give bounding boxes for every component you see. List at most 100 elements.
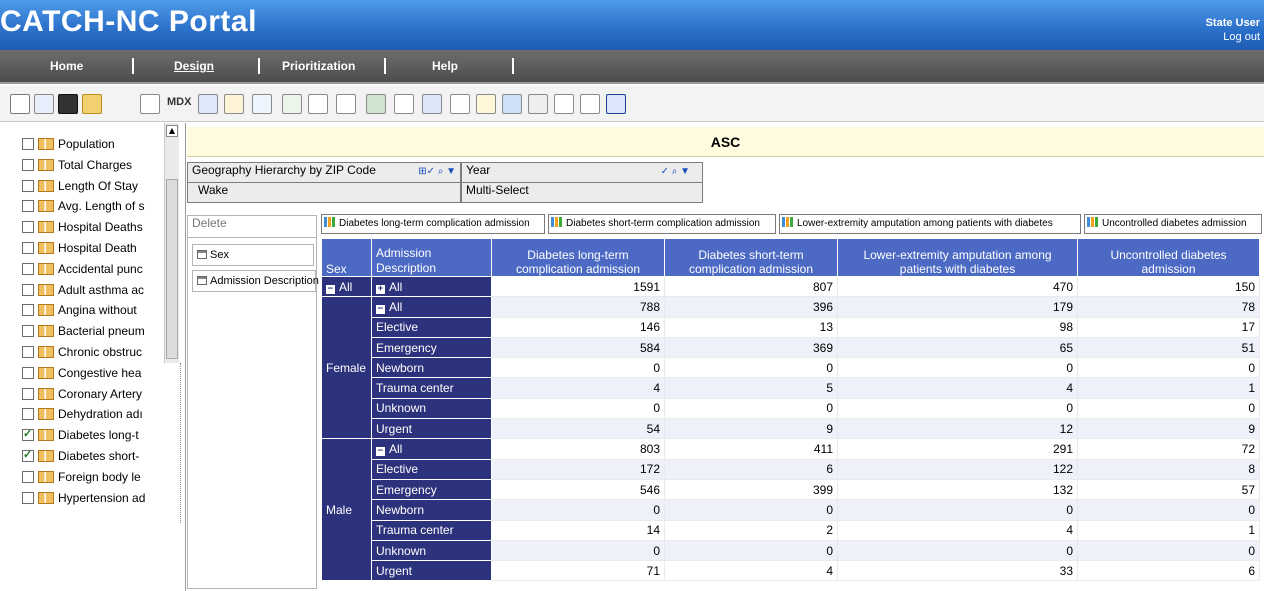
measure-list-item[interactable]: Bacterial pneum <box>22 322 172 340</box>
properties-icon[interactable] <box>34 94 54 114</box>
percent-icon[interactable] <box>308 94 328 114</box>
measure-list-item[interactable]: Hospital Deaths <box>22 218 172 236</box>
measure-list-item[interactable]: Dehydration adı <box>22 405 172 423</box>
row-header-admission[interactable]: Elective <box>371 458 492 480</box>
nav-help[interactable]: Help <box>432 59 458 73</box>
row-header-admission[interactable]: Elective <box>371 316 492 338</box>
measure-checkbox[interactable] <box>22 221 34 234</box>
nav-home[interactable]: Home <box>50 59 83 73</box>
filter-controls-icon[interactable]: ⊞✓ ⌕ ▼ <box>418 166 456 177</box>
measure-chip[interactable]: Lower-extremity amputation among patient… <box>779 214 1081 234</box>
collapse-icon[interactable]: − <box>376 304 385 314</box>
search-icon[interactable] <box>476 94 496 114</box>
panel-splitter[interactable] <box>180 363 184 523</box>
table-icon[interactable] <box>198 94 218 114</box>
row-header-admission[interactable]: Trauma center <box>371 377 492 399</box>
measure-checkbox[interactable] <box>22 325 34 338</box>
open-folder-icon[interactable] <box>82 94 102 114</box>
mdx-button[interactable]: MDX <box>167 96 191 108</box>
checkmark-icon[interactable] <box>450 94 470 114</box>
row-header-admission[interactable]: Unknown <box>371 397 492 420</box>
measure-checkbox[interactable] <box>22 387 34 400</box>
trend-icon[interactable] <box>336 94 356 114</box>
row-header-sex[interactable]: Female <box>321 296 372 440</box>
measure-checkbox[interactable] <box>22 470 34 483</box>
measure-list-item[interactable]: Hypertension ad <box>22 489 172 507</box>
scroll-thumb[interactable] <box>166 179 178 359</box>
filter-controls-icon[interactable]: ✓ ⌕ ▼ <box>661 166 690 177</box>
measure-checkbox[interactable] <box>22 262 34 275</box>
row-dimension-admission[interactable]: Admission Description <box>192 270 319 292</box>
row-header-sex[interactable]: Male <box>321 438 372 582</box>
measure-list-item[interactable]: Population <box>22 135 172 153</box>
pdf-icon[interactable] <box>606 94 626 114</box>
row-dimension-sex[interactable]: Sex <box>192 244 314 266</box>
year-filter[interactable]: Year ✓ ⌕ ▼ Multi-Select <box>461 162 703 203</box>
column-header-sex[interactable]: Sex <box>321 238 372 277</box>
measure-list-item[interactable]: Length Of Stay <box>22 177 172 195</box>
measure-checkbox[interactable] <box>22 242 34 254</box>
nav-prioritization[interactable]: Prioritization <box>282 59 355 73</box>
measure-list-item[interactable]: Foreign body le <box>22 468 172 486</box>
measure-list-item[interactable]: Coronary Artery <box>22 385 172 403</box>
measure-list-item[interactable]: Adult asthma ac <box>22 281 172 299</box>
save-icon[interactable] <box>58 94 78 114</box>
measure-list-item[interactable]: Accidental punc <box>22 260 172 278</box>
geography-filter[interactable]: Geography Hierarchy by ZIP Code ⊞✓ ⌕ ▼ W… <box>187 162 461 203</box>
measure-checkbox[interactable] <box>22 283 34 296</box>
column-header-admission[interactable]: Admission Description <box>371 238 492 277</box>
mail-icon[interactable] <box>554 94 574 114</box>
column-header-measure[interactable]: Lower-extremity amputation among patient… <box>837 238 1078 277</box>
row-header-admission[interactable]: Unknown <box>371 539 492 562</box>
measure-chip[interactable]: Diabetes short-term complication admissi… <box>548 214 776 234</box>
row-header-admission[interactable]: Emergency <box>371 336 492 359</box>
measure-list-item[interactable]: Diabetes short- <box>22 447 172 465</box>
measure-list-item[interactable]: Avg. Length of s <box>22 197 172 215</box>
measure-checkbox[interactable] <box>22 138 34 150</box>
calculator-icon[interactable] <box>366 94 386 114</box>
row-header-admission[interactable]: Newborn <box>371 357 492 379</box>
row-header-admission[interactable]: Urgent <box>371 418 492 440</box>
row-header-admission[interactable]: Emergency <box>371 478 492 501</box>
chart-view-icon[interactable] <box>140 94 160 114</box>
measure-chip[interactable]: Uncontrolled diabetes admission <box>1084 214 1262 234</box>
top10-icon[interactable] <box>282 94 302 114</box>
row-header-admission[interactable]: Urgent <box>371 560 492 582</box>
column-header-measure[interactable]: Diabetes short-term complication admissi… <box>664 238 838 277</box>
chevron-up-icon[interactable]: ▲ <box>166 125 178 137</box>
measure-checkbox[interactable] <box>22 491 34 504</box>
row-header-sex[interactable]: − All <box>321 275 372 298</box>
measure-checkbox[interactable] <box>22 346 34 358</box>
collapse-icon[interactable]: − <box>326 284 335 294</box>
collapse-icon[interactable]: − <box>376 447 385 457</box>
save-as-icon[interactable] <box>502 94 522 114</box>
measure-checkbox[interactable] <box>22 366 34 379</box>
expand-icon[interactable]: + <box>376 284 385 294</box>
row-header-admission[interactable]: Trauma center <box>371 519 492 541</box>
measure-checkbox[interactable] <box>22 448 34 462</box>
row-header-admission[interactable]: Newborn <box>371 499 492 521</box>
row-header-admission[interactable]: + All <box>371 275 492 298</box>
measure-checkbox[interactable] <box>22 158 34 171</box>
measure-chip[interactable]: Diabetes long-term complication admissio… <box>321 214 545 234</box>
measure-checkbox[interactable] <box>22 179 34 192</box>
measure-checkbox[interactable] <box>22 408 34 421</box>
column-header-measure[interactable]: Uncontrolled diabetes admission <box>1077 238 1260 277</box>
measure-checkbox[interactable] <box>22 427 34 442</box>
measure-list-item[interactable]: Congestive hea <box>22 364 172 382</box>
measure-list-item[interactable]: Hospital Death <box>22 239 172 257</box>
swap-axes-icon[interactable] <box>224 94 244 114</box>
measure-list-item[interactable]: Diabetes long-t <box>22 426 172 444</box>
measure-list-item[interactable]: Angina without <box>22 301 172 319</box>
row-header-admission[interactable]: − All <box>371 296 492 318</box>
row-header-admission[interactable]: − All <box>371 438 492 460</box>
camera-icon[interactable] <box>580 94 600 114</box>
delete-drop-zone[interactable]: Delete <box>188 216 316 238</box>
print-icon[interactable] <box>528 94 548 114</box>
sidebar-scrollbar[interactable]: ▲ <box>164 123 179 363</box>
drill-icon[interactable] <box>394 94 414 114</box>
measure-checkbox[interactable] <box>22 200 34 213</box>
new-report-icon[interactable] <box>10 94 30 114</box>
filter-icon[interactable] <box>252 94 272 114</box>
measure-list-item[interactable]: Total Charges <box>22 156 172 174</box>
